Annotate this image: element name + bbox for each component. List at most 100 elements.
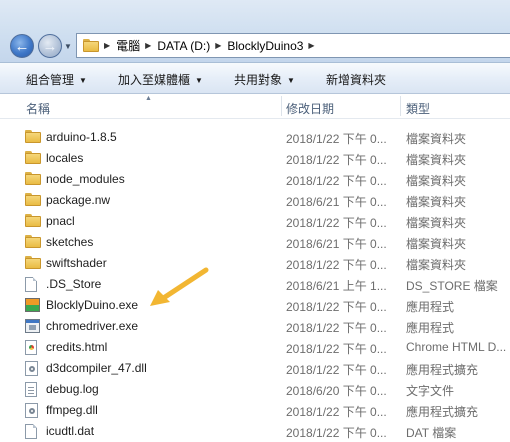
file-date-modified: 2018/1/22 下午 0...	[286, 321, 387, 335]
file-row[interactable]: icudtl.dat 2018/1/22 下午 0... DAT 檔案	[0, 421, 510, 442]
file-icon-slot	[25, 256, 41, 272]
file-name[interactable]: debug.log	[46, 382, 99, 396]
file-name[interactable]: credits.html	[46, 340, 107, 354]
file-name[interactable]: ffmpeg.dll	[46, 403, 98, 417]
breadcrumb-chevron-icon[interactable]: ▶	[215, 41, 221, 50]
file-name[interactable]: .DS_Store	[46, 277, 101, 291]
file-icon-slot	[25, 130, 41, 146]
breadcrumb-drive[interactable]: DATA (D:)	[157, 39, 210, 53]
file-name[interactable]: pnacl	[46, 214, 75, 228]
new-folder-button[interactable]: 新增資料夾	[326, 71, 386, 88]
file-icon-slot	[25, 340, 37, 358]
address-bar[interactable]: ▶ 電腦 ▶ DATA (D:) ▶ BlocklyDuino3 ▶	[76, 33, 510, 58]
organize-button[interactable]: 組合管理 ▼	[26, 71, 87, 88]
share-with-label: 共用對象	[234, 73, 283, 87]
file-type: 檔案資料夾	[406, 132, 467, 146]
file-date-modified: 2018/6/21 下午 0...	[286, 195, 387, 209]
file-icon-slot	[25, 277, 37, 295]
folder-icon	[25, 130, 41, 143]
file-type: 應用程式擴充	[406, 405, 479, 419]
file-date-modified: 2018/1/22 下午 0...	[286, 153, 387, 167]
file-row[interactable]: arduino-1.8.5 2018/1/22 下午 0... 檔案資料夾	[0, 127, 510, 148]
file-type: 應用程式擴充	[406, 363, 479, 377]
file-row[interactable]: credits.html 2018/1/22 下午 0... Chrome HTML…	[0, 337, 510, 358]
back-button[interactable]: ←	[10, 34, 34, 58]
file-icon-slot	[25, 151, 41, 167]
forward-arrow-icon: →	[42, 37, 58, 55]
application-icon	[25, 319, 40, 333]
file-icon	[25, 424, 37, 439]
file-type: 檔案資料夾	[406, 195, 467, 209]
breadcrumb-folder[interactable]: BlocklyDuino3	[227, 39, 303, 53]
file-row[interactable]: node_modules 2018/1/22 下午 0... 檔案資料夾	[0, 169, 510, 190]
file-icon-slot	[25, 214, 41, 230]
file-name[interactable]: icudtl.dat	[46, 424, 94, 438]
file-row[interactable]: swiftshader 2018/1/22 下午 0... 檔案資料夾	[0, 253, 510, 274]
include-in-library-button[interactable]: 加入至媒體櫃 ▼	[118, 71, 203, 88]
file-name[interactable]: chromedriver.exe	[46, 319, 138, 333]
file-name[interactable]: sketches	[46, 235, 93, 249]
text-file-icon	[25, 382, 37, 397]
file-date-modified: 2018/1/22 下午 0...	[286, 174, 387, 188]
recent-pages-dropdown-icon[interactable]: ▼	[64, 42, 72, 51]
breadcrumb-chevron-icon[interactable]: ▶	[308, 41, 314, 50]
file-date-modified: 2018/1/22 下午 0...	[286, 405, 387, 419]
dll-icon	[25, 403, 38, 418]
column-headers: 名稱 修改日期 類型	[0, 94, 510, 119]
file-name[interactable]: d3dcompiler_47.dll	[46, 361, 147, 375]
file-row[interactable]: BlocklyDuino.exe 2018/1/22 下午 0... 應用程式	[0, 295, 510, 316]
file-name[interactable]: package.nw	[46, 193, 110, 207]
file-row[interactable]: chromedriver.exe 2018/1/22 下午 0... 應用程式	[0, 316, 510, 337]
chrome-html-icon	[25, 340, 37, 355]
file-icon-slot	[25, 361, 38, 379]
file-type: Chrome HTML D...	[406, 340, 507, 354]
column-header-name[interactable]: 名稱	[26, 100, 50, 117]
file-name[interactable]: swiftshader	[46, 256, 107, 270]
file-date-modified: 2018/1/22 下午 0...	[286, 258, 387, 272]
column-divider[interactable]	[281, 96, 282, 116]
dll-icon	[25, 361, 38, 376]
file-row[interactable]: locales 2018/1/22 下午 0... 檔案資料夾	[0, 148, 510, 169]
file-date-modified: 2018/6/20 下午 0...	[286, 384, 387, 398]
file-row[interactable]: ffmpeg.dll 2018/1/22 下午 0... 應用程式擴充	[0, 400, 510, 421]
column-header-date-modified[interactable]: 修改日期	[286, 100, 334, 117]
file-icon-slot	[25, 319, 40, 336]
file-icon-slot	[25, 193, 41, 209]
breadcrumb-computer[interactable]: 電腦	[116, 37, 140, 54]
folder-icon	[83, 39, 99, 52]
breadcrumb-chevron-icon[interactable]: ▶	[145, 41, 151, 50]
forward-button[interactable]: →	[38, 34, 62, 58]
file-type: 檔案資料夾	[406, 216, 467, 230]
command-toolbar: 組合管理 ▼ 加入至媒體櫃 ▼ 共用對象 ▼ 新增資料夾	[0, 63, 510, 94]
file-type: 檔案資料夾	[406, 258, 467, 272]
file-type: 檔案資料夾	[406, 153, 467, 167]
include-in-library-label: 加入至媒體櫃	[118, 73, 191, 87]
file-date-modified: 2018/1/22 下午 0...	[286, 216, 387, 230]
file-row[interactable]: debug.log 2018/6/20 下午 0... 文字文件	[0, 379, 510, 400]
column-divider[interactable]	[400, 96, 401, 116]
breadcrumb-chevron-icon[interactable]: ▶	[104, 41, 110, 50]
column-header-type[interactable]: 類型	[406, 100, 430, 117]
organize-label: 組合管理	[26, 73, 75, 87]
file-row[interactable]: d3dcompiler_47.dll 2018/1/22 下午 0... 應用程式擴…	[0, 358, 510, 379]
file-name[interactable]: BlocklyDuino.exe	[46, 298, 138, 312]
file-name[interactable]: arduino-1.8.5	[46, 130, 117, 144]
folder-icon	[25, 172, 41, 185]
file-date-modified: 2018/1/22 下午 0...	[286, 342, 387, 356]
chevron-down-icon: ▼	[79, 76, 87, 85]
file-icon-slot	[25, 172, 41, 188]
title-bar: ← → ▼ ▶ 電腦 ▶ DATA (D:) ▶ BlocklyDuino3 ▶	[0, 0, 510, 63]
file-row[interactable]: sketches 2018/6/21 下午 0... 檔案資料夾	[0, 232, 510, 253]
sort-ascending-icon: ▲	[145, 95, 152, 102]
file-row[interactable]: pnacl 2018/1/22 下午 0... 檔案資料夾	[0, 211, 510, 232]
file-icon-slot	[25, 403, 38, 421]
file-name[interactable]: node_modules	[46, 172, 125, 186]
file-date-modified: 2018/1/22 下午 0...	[286, 300, 387, 314]
file-date-modified: 2018/1/22 下午 0...	[286, 132, 387, 146]
file-name[interactable]: locales	[46, 151, 83, 165]
folder-icon	[25, 235, 41, 248]
blocklyduino-app-icon	[25, 298, 40, 312]
file-row[interactable]: .DS_Store 2018/6/21 上午 1... DS_STORE 檔案	[0, 274, 510, 295]
share-with-button[interactable]: 共用對象 ▼	[234, 71, 295, 88]
file-row[interactable]: package.nw 2018/6/21 下午 0... 檔案資料夾	[0, 190, 510, 211]
